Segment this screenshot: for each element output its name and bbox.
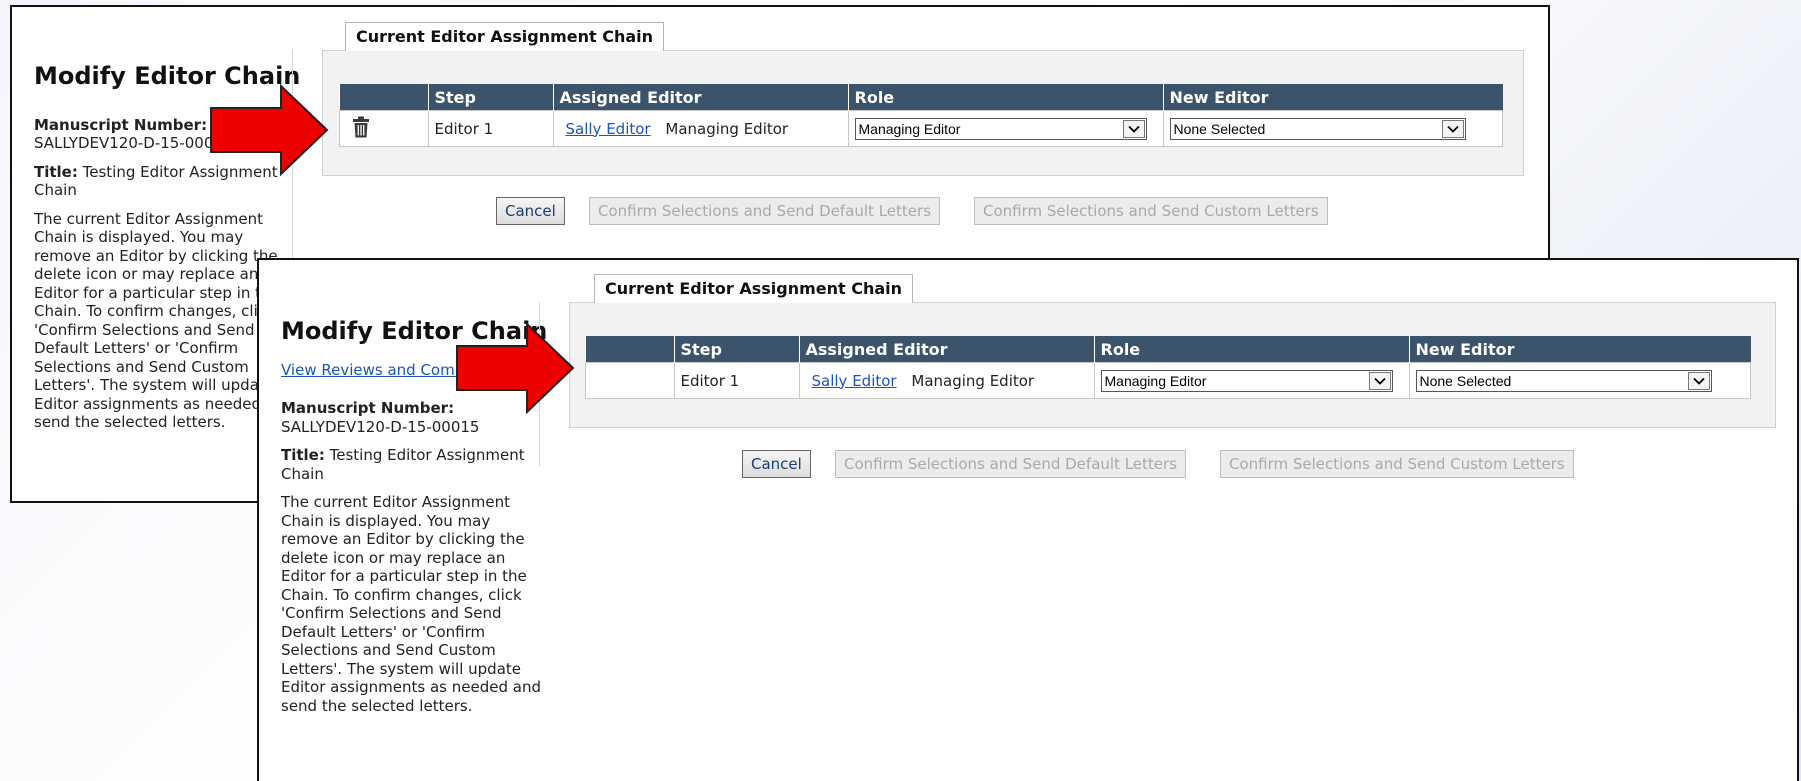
new-editor-select-value: None Selected xyxy=(1419,372,1512,389)
manuscript-number-value: SALLYDEV120-D-15-00015 xyxy=(34,134,233,152)
manuscript-number-value: SALLYDEV120-D-15-00015 xyxy=(281,417,480,436)
column-header-new-editor: New Editor xyxy=(1408,336,1751,363)
column-header-assigned-editor: Assigned Editor xyxy=(798,336,1094,363)
role-select-value: Managing Editor xyxy=(1104,372,1207,389)
new-editor-select[interactable]: None Selected xyxy=(1169,117,1466,140)
tab-current-editor-chain[interactable]: Current Editor Assignment Chain xyxy=(345,22,665,51)
delete-cell xyxy=(339,110,429,147)
chain-panel: Step Assigned Editor Role New Editor Edi… xyxy=(569,302,1776,428)
title-label: Title: xyxy=(281,446,325,464)
chevron-down-icon xyxy=(1441,119,1464,138)
column-header-delete xyxy=(339,84,428,111)
new-editor-cell: None Selected xyxy=(1408,362,1751,399)
delete-cell xyxy=(585,362,675,399)
confirm-custom-letters-button[interactable]: Confirm Selections and Send Custom Lette… xyxy=(974,197,1328,225)
arrow-right-icon xyxy=(456,322,575,414)
confirm-default-letters-button[interactable]: Confirm Selections and Send Default Lett… xyxy=(589,197,941,225)
new-editor-cell: None Selected xyxy=(1162,110,1503,147)
column-header-step: Step xyxy=(427,84,553,111)
manuscript-title: Title: Testing Editor Assignment Chain xyxy=(281,446,546,483)
column-header-step: Step xyxy=(673,336,799,363)
column-header-delete xyxy=(585,336,674,363)
editor-chain-table: Step Assigned Editor Role New Editor Edi… xyxy=(339,84,1503,147)
column-header-role: Role xyxy=(847,84,1163,111)
new-editor-select-value: None Selected xyxy=(1173,120,1266,137)
editor-chain-table: Step Assigned Editor Role New Editor Edi… xyxy=(585,336,1751,399)
assigned-editor-link[interactable]: Sally Editor xyxy=(812,372,897,390)
column-header-assigned-editor: Assigned Editor xyxy=(552,84,848,111)
tab-current-editor-chain[interactable]: Current Editor Assignment Chain xyxy=(594,274,914,303)
column-header-new-editor: New Editor xyxy=(1162,84,1503,111)
role-select-value: Managing Editor xyxy=(858,120,961,137)
assigned-editor-cell: Sally Editor Managing Editor xyxy=(798,362,1095,399)
manuscript-number-label: Manuscript Number: xyxy=(34,115,208,134)
role-select[interactable]: Managing Editor xyxy=(1100,369,1393,392)
role-select[interactable]: Managing Editor xyxy=(854,117,1147,140)
chain-panel: Step Assigned Editor Role New Editor Edi… xyxy=(322,50,1524,176)
table-row: Editor 1 Sally Editor Managing Editor Ma… xyxy=(339,110,1503,147)
cancel-button[interactable]: Cancel xyxy=(742,450,811,478)
new-editor-select[interactable]: None Selected xyxy=(1415,369,1712,392)
assigned-editor-link[interactable]: Sally Editor xyxy=(566,120,651,138)
chevron-down-icon xyxy=(1687,371,1710,390)
assigned-editor-role: Managing Editor xyxy=(665,119,789,138)
confirm-default-letters-button[interactable]: Confirm Selections and Send Default Lett… xyxy=(835,450,1187,478)
page-title: Modify Editor Chain xyxy=(34,62,301,90)
help-text: The current Editor Assignment Chain is d… xyxy=(281,493,541,715)
assigned-editor-role: Managing Editor xyxy=(911,371,1035,390)
column-header-role: Role xyxy=(1093,336,1409,363)
step-cell: Editor 1 xyxy=(427,110,554,147)
step-cell: Editor 1 xyxy=(673,362,800,399)
role-cell: Managing Editor xyxy=(847,110,1164,147)
trash-icon[interactable] xyxy=(352,116,370,142)
title-label: Title: xyxy=(34,162,78,181)
chevron-down-icon xyxy=(1368,371,1391,390)
table-row: Editor 1 Sally Editor Managing Editor Ma… xyxy=(585,362,1751,399)
role-cell: Managing Editor xyxy=(1093,362,1410,399)
arrow-right-icon xyxy=(210,84,329,176)
table-header-row: Step Assigned Editor Role New Editor xyxy=(585,336,1751,363)
assigned-editor-cell: Sally Editor Managing Editor xyxy=(552,110,849,147)
chevron-down-icon xyxy=(1122,119,1145,138)
manuscript-number-label: Manuscript Number: xyxy=(281,399,455,417)
table-header-row: Step Assigned Editor Role New Editor xyxy=(339,84,1503,111)
confirm-custom-letters-button[interactable]: Confirm Selections and Send Custom Lette… xyxy=(1220,450,1574,478)
cancel-button[interactable]: Cancel xyxy=(496,197,565,225)
